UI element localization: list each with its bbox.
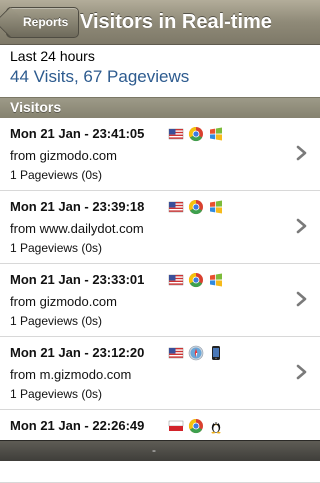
visitor-row[interactable]: Mon 21 Jan - 23:33:01 from gizmodo.com 1… (0, 264, 320, 337)
chrome-icon (188, 418, 204, 434)
summary-period-label: Last 24 hours (10, 48, 95, 64)
us-flag-icon (168, 199, 184, 215)
us-flag-icon (168, 272, 184, 288)
visit-time: Mon 21 Jan - 23:41:05 (10, 126, 145, 141)
back-button-label: Reports (23, 15, 69, 29)
summary-panel: Last 24 hours 44 Visits, 67 Pageviews (0, 45, 320, 97)
section-title: Visitors (10, 99, 62, 115)
visit-pageviews: 1 Pageviews (0s) (10, 314, 103, 328)
summary-totals: 44 Visits, 67 Pageviews (10, 67, 190, 86)
visit-pageviews: 1 Pageviews (0s) (10, 168, 103, 182)
visit-time: Mon 21 Jan - 23:12:20 (10, 345, 145, 360)
windows-icon (208, 199, 224, 215)
poland-flag-icon (168, 418, 184, 434)
visit-time: Mon 21 Jan - 23:33:01 (10, 272, 145, 287)
visit-icons (168, 126, 224, 142)
visitor-row[interactable]: Mon 21 Jan - 23:39:18 from www.dailydot.… (0, 191, 320, 264)
section-header-visitors: Visitors (0, 97, 320, 119)
iphone-icon (208, 345, 224, 361)
us-flag-icon (168, 345, 184, 361)
visitor-list: Mon 21 Jan - 23:41:05 from gizmodo.com 1… (0, 118, 320, 483)
windows-icon (208, 272, 224, 288)
visitor-row[interactable]: Mon 21 Jan - 23:12:20 from m.gizmodo.com… (0, 337, 320, 410)
visit-pageviews: 1 Pageviews (0s) (10, 387, 103, 401)
visit-icons (168, 418, 224, 434)
visit-icons (168, 199, 224, 215)
chrome-icon (188, 199, 204, 215)
visit-referrer: from m.gizmodo.com (10, 367, 132, 382)
chevron-right-icon (296, 364, 307, 380)
linux-icon (208, 418, 224, 434)
windows-icon (208, 126, 224, 142)
chrome-icon (188, 272, 204, 288)
bottom-toolbar: - (0, 440, 320, 461)
safari-icon (188, 345, 204, 361)
back-button-reports[interactable]: Reports (6, 7, 80, 38)
visit-referrer: from gizmodo.com (10, 148, 117, 163)
visit-time: Mon 21 Jan - 22:26:49 (10, 418, 145, 433)
us-flag-icon (168, 126, 184, 142)
visit-time: Mon 21 Jan - 23:39:18 (10, 199, 145, 214)
visit-icons (168, 345, 224, 361)
page-title: Visitors in Real-time (80, 11, 272, 33)
bottom-toolbar-label: - (152, 443, 156, 457)
chrome-icon (188, 126, 204, 142)
chevron-right-icon (296, 218, 307, 234)
visitor-row[interactable]: Mon 21 Jan - 23:41:05 from gizmodo.com 1… (0, 118, 320, 191)
visit-referrer: from gizmodo.com (10, 294, 117, 309)
visit-referrer: from www.dailydot.com (10, 221, 144, 236)
navigation-bar: Reports Visitors in Real-time (0, 0, 320, 45)
visit-pageviews: 1 Pageviews (0s) (10, 241, 103, 255)
chevron-right-icon (296, 145, 307, 161)
visit-icons (168, 272, 224, 288)
chevron-right-icon (296, 291, 307, 307)
